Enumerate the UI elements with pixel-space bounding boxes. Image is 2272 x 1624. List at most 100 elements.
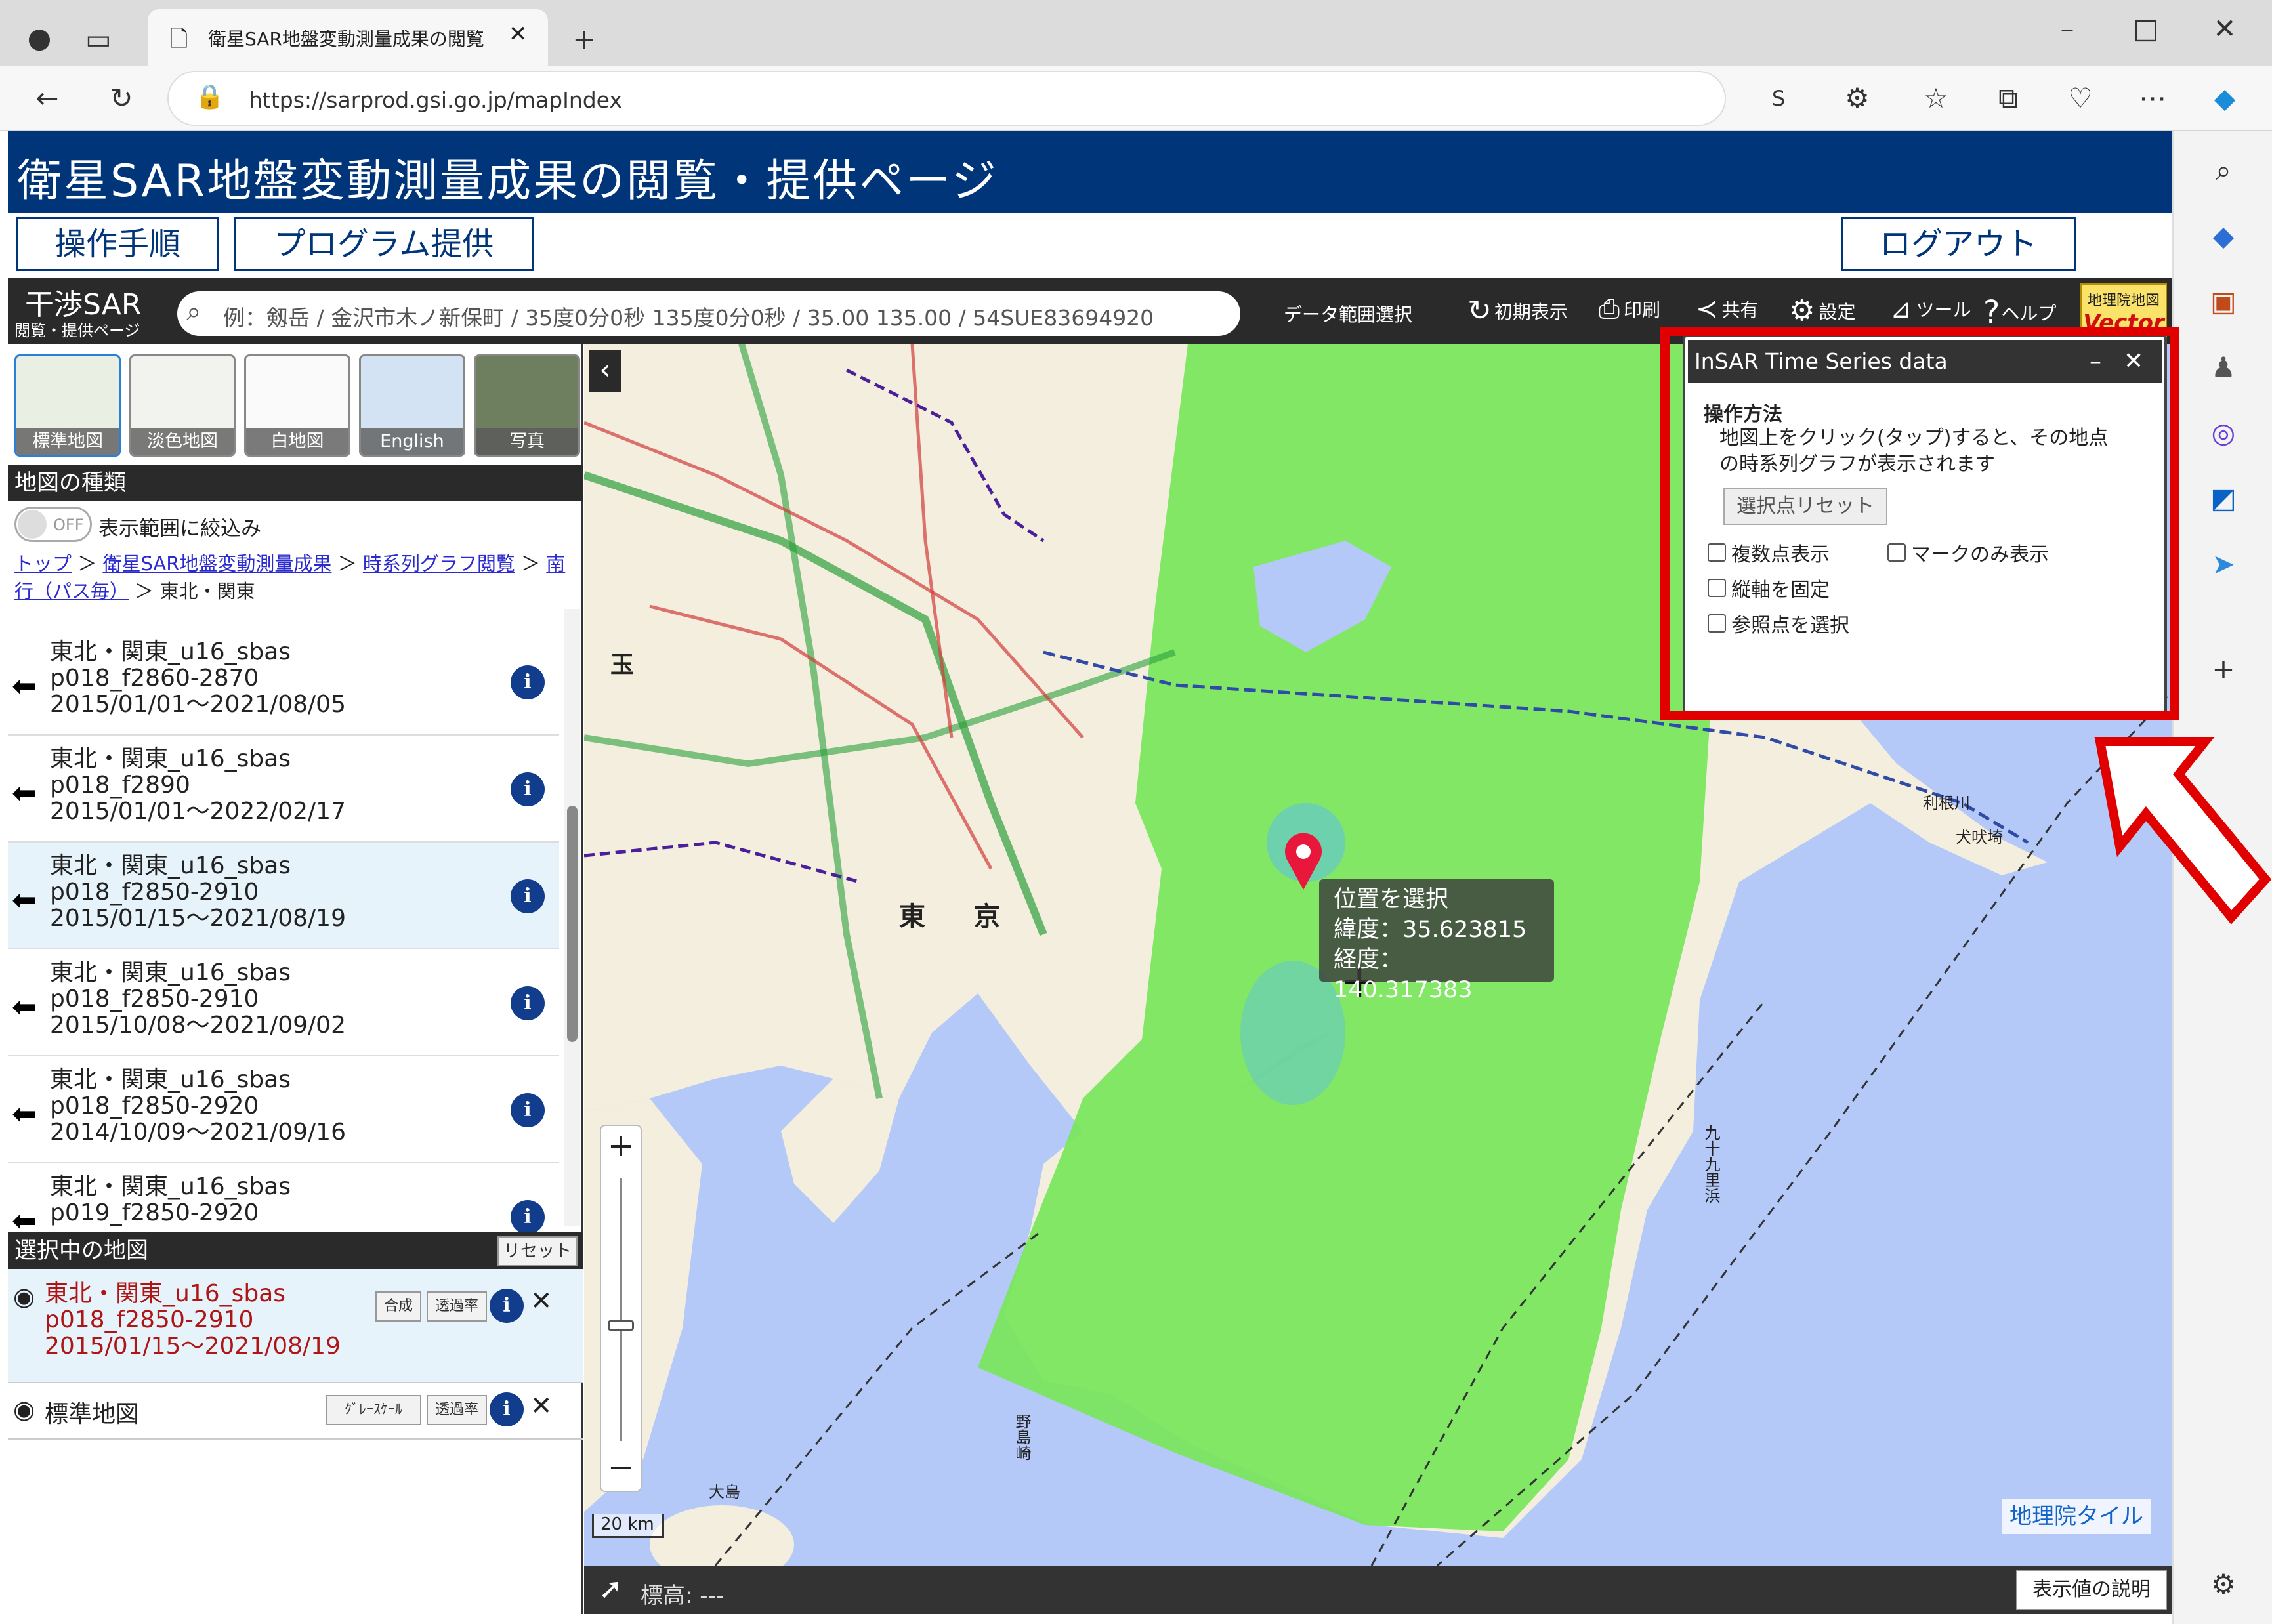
office-icon[interactable]: ◎	[2204, 413, 2243, 453]
layer-1-text: 東北・関東_u16_sbas p018_f2850-2910 2015/01/1…	[45, 1281, 341, 1360]
item-path: p018_f2850-2920	[50, 1093, 259, 1119]
tooltip-title: 位置を選択	[1334, 886, 1449, 913]
list-item[interactable]: ⬅ 東北・関東_u16_sbas p018_f2850-2920 2014/10/0…	[8, 1056, 559, 1163]
tools-button[interactable]: ⊿ ツール	[1890, 294, 1971, 324]
place-search-input[interactable]: ⌕ 例：剱岳 / 金沢市木ノ新保町 / 35度0分0秒 135度0分0秒 / 3…	[177, 291, 1240, 336]
info-icon[interactable]: i	[490, 1392, 524, 1426]
filter-toggle[interactable]: OFF	[14, 507, 92, 542]
opacity-button[interactable]: 透過率	[427, 1395, 487, 1425]
list-item[interactable]: ⬅ 東北・関東_u16_sbas p019_f2850-2920 i	[8, 1163, 559, 1232]
expand-arrow-icon[interactable]: ➚	[599, 1572, 623, 1606]
info-icon[interactable]: i	[511, 879, 545, 913]
legend-explanation-button[interactable]: 表示値の説明	[2016, 1570, 2167, 1610]
map-label: 京	[974, 902, 1000, 932]
copilot-icon[interactable]: ◆	[2205, 79, 2244, 118]
add-sidebar-icon[interactable]: +	[2204, 650, 2243, 689]
collapse-panel-button[interactable]: ‹	[589, 350, 621, 392]
land-miura	[781, 1079, 899, 1223]
info-icon[interactable]: i	[511, 772, 545, 806]
sidebar-settings-icon[interactable]: ⚙	[2204, 1565, 2243, 1604]
eye-icon[interactable]: ◉	[13, 1395, 35, 1424]
scrollbar-thumb[interactable]	[567, 806, 578, 1042]
zoom-track[interactable]	[620, 1178, 622, 1441]
games-icon[interactable]: ♟	[2204, 348, 2243, 387]
grayscale-button[interactable]: ｸﾞﾚｰｽｹｰﾙ	[326, 1395, 421, 1425]
reload-icon[interactable]: ↻	[102, 79, 141, 118]
basemap-label: 白地図	[246, 428, 348, 455]
breadcrumb-top[interactable]: トップ	[14, 552, 72, 575]
settings-button[interactable]: ⚙ 設定	[1789, 294, 1855, 327]
basemap-photo[interactable]: 写真	[474, 354, 580, 457]
favorites-icon[interactable]: ☆	[1916, 79, 1956, 118]
tab-actions-icon[interactable]: ▭	[79, 20, 118, 59]
gear-icon: ⚙	[1789, 294, 1815, 327]
help-icon: ?	[1983, 294, 2000, 331]
share-button[interactable]: ≺ 共有	[1696, 294, 1759, 324]
remove-layer-icon[interactable]: ✕	[530, 1286, 553, 1316]
help-button[interactable]: ? ヘルプ	[1983, 294, 2057, 331]
send-icon[interactable]: ➤	[2204, 545, 2243, 584]
item-path: p018_f2850-2910	[50, 879, 259, 906]
eye-icon[interactable]: ◉	[13, 1282, 35, 1311]
back-icon[interactable]: ←	[28, 79, 67, 118]
zoom-slider-handle[interactable]	[608, 1320, 634, 1331]
more-icon[interactable]: ⋯	[2133, 79, 2172, 118]
list-item[interactable]: ⬅ 東北・関東_u16_sbas p018_f2890 2015/01/01～202…	[8, 736, 559, 843]
elevation-readout: 標高: ---	[641, 1583, 725, 1609]
shopping-tag-icon[interactable]: ◆	[2204, 217, 2243, 256]
extension-s-icon[interactable]: S	[1759, 79, 1798, 118]
list-item[interactable]: ⬅ 東北・関東_u16_sbas p018_f2860-2870 2015/01/0…	[8, 629, 559, 736]
list-item[interactable]: ⬅ 東北・関東_u16_sbas p018_f2850-2910 2015/10/0…	[8, 949, 559, 1056]
extensions-icon[interactable]: ⚙	[1838, 79, 1877, 118]
arrow-left-icon: ⬅	[12, 1096, 37, 1131]
logout-button[interactable]: ログアウト	[1841, 217, 2076, 271]
opacity-button[interactable]: 透過率	[427, 1291, 487, 1322]
initial-view-button[interactable]: ↻ 初期表示	[1467, 294, 1568, 327]
map-label: 玉	[610, 652, 635, 678]
profile-icon[interactable]: ●	[20, 18, 59, 58]
list-item-selected[interactable]: ⬅ 東北・関東_u16_sbas p018_f2850-2910 2015/01/1…	[8, 843, 559, 949]
minimize-icon[interactable]: –	[2048, 9, 2087, 49]
url-text: https://sarprod.gsi.go.jp/mapIndex	[249, 87, 622, 113]
maximize-icon[interactable]: □	[2126, 9, 2166, 49]
info-icon[interactable]: i	[511, 986, 545, 1020]
search-icon[interactable]: ⌕	[2204, 151, 2243, 190]
toggle-knob	[18, 510, 47, 539]
basemap-pale[interactable]: 淡色地図	[129, 354, 236, 457]
url-bar[interactable]: 🔒 https://sarprod.gsi.go.jp/mapIndex	[167, 71, 1726, 126]
health-icon[interactable]: ♡	[2061, 79, 2100, 118]
basemap-blank[interactable]: 白地図	[244, 354, 350, 457]
new-tab-icon[interactable]: +	[564, 20, 604, 59]
info-icon[interactable]: i	[490, 1289, 524, 1323]
layer-period: 2015/01/15～2021/08/19	[45, 1333, 341, 1360]
layer-path: p018_f2850-2910	[45, 1306, 254, 1333]
program-button[interactable]: プログラム提供	[234, 217, 534, 271]
tools-briefcase-icon[interactable]: ▣	[2204, 282, 2243, 322]
print-button[interactable]: ⎙ 印刷	[1599, 294, 1660, 324]
info-icon[interactable]: i	[511, 665, 545, 699]
collections-icon[interactable]: ⧉	[1988, 79, 2028, 118]
item-region: 東北・関東_u16_sbas	[50, 745, 291, 772]
basemap-english[interactable]: English	[359, 354, 465, 457]
initial-view-label: 初期表示	[1494, 301, 1568, 323]
item-period: 2015/01/01～2022/02/17	[50, 798, 346, 825]
zoom-out-button[interactable]: −	[601, 1447, 641, 1489]
outlook-icon[interactable]: ◩	[2204, 479, 2243, 518]
data-range-button[interactable]: データ範囲選択	[1284, 301, 1412, 327]
remove-layer-icon[interactable]: ✕	[530, 1391, 553, 1421]
basemap-standard[interactable]: 標準地図	[14, 354, 121, 457]
logo-main[interactable]: 干渉SAR	[25, 281, 141, 323]
browser-tab[interactable]: 🗋 衛星SAR地盤変動測量成果の閲覧 ✕	[148, 9, 548, 66]
tile-credit-link[interactable]: 地理院タイル	[2002, 1499, 2151, 1534]
combine-button[interactable]: 合成	[375, 1291, 421, 1322]
info-icon[interactable]: i	[511, 1200, 545, 1232]
breadcrumb-timeseries[interactable]: 時系列グラフ閲覧	[363, 552, 515, 575]
list-scrollbar[interactable]	[564, 609, 580, 1226]
zoom-in-button[interactable]: +	[601, 1126, 641, 1168]
reset-button[interactable]: リセット	[497, 1236, 578, 1266]
manual-button[interactable]: 操作手順	[16, 217, 219, 271]
info-icon[interactable]: i	[511, 1093, 545, 1127]
close-window-icon[interactable]: ✕	[2205, 9, 2244, 49]
breadcrumb-sar[interactable]: 衛星SAR地盤変動測量成果	[102, 552, 331, 575]
close-tab-icon[interactable]: ✕	[509, 21, 528, 47]
